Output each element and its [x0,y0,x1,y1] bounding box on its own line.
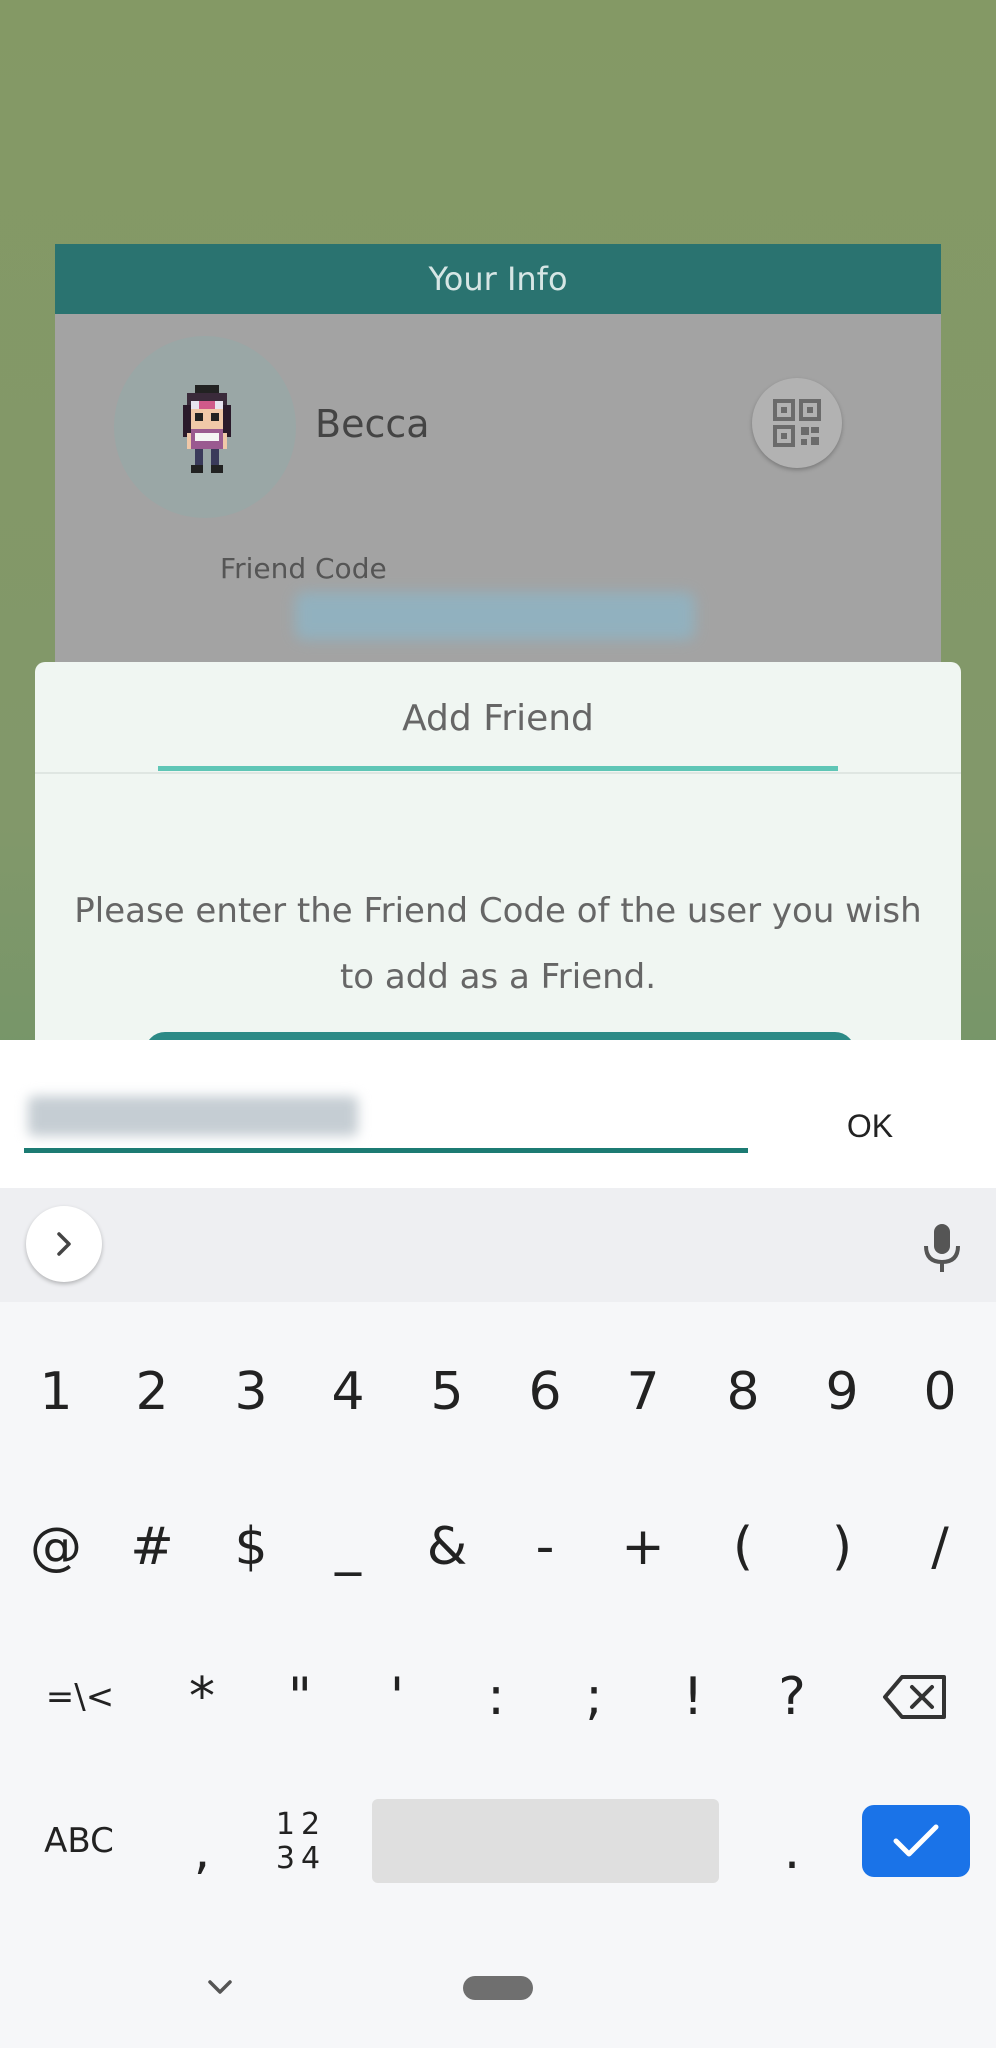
key-slash[interactable]: / [900,1502,980,1592]
dialog-message: Please enter the Friend Code of the user… [74,891,922,997]
friend-code-value-redacted [295,592,695,640]
key-5[interactable]: 5 [407,1352,487,1432]
your-info-header: Your Info [55,244,941,314]
keyboard-toolbar [0,1188,996,1302]
key-semicolon[interactable]: ; [554,1652,634,1742]
key-double-quote[interactable]: " [260,1652,340,1742]
key-6[interactable]: 6 [505,1352,585,1432]
friend-code-label: Friend Code [220,552,387,585]
key-minus[interactable]: - [505,1502,585,1592]
numpad-top-label: 12 [275,1807,327,1842]
abc-key[interactable]: ABC [24,1798,134,1884]
key-1[interactable]: 1 [16,1352,96,1432]
voice-input-button[interactable] [912,1218,972,1278]
dialog-divider [35,772,961,774]
numpad-bottom-label: 34 [275,1841,327,1876]
key-asterisk[interactable]: * [162,1652,242,1742]
input-underline [24,1148,748,1153]
key-comma[interactable]: , [162,1808,242,1894]
backspace-icon [883,1675,946,1719]
title-underline [158,766,838,771]
key-2[interactable]: 2 [112,1352,192,1432]
key-underscore[interactable]: _ [308,1502,388,1592]
key-ampersand[interactable]: & [407,1502,487,1592]
key-period[interactable]: . [752,1808,832,1894]
enter-key[interactable] [862,1805,970,1877]
space-key[interactable] [372,1799,719,1883]
friend-code-input[interactable] [28,1096,358,1136]
dialog-title: Add Friend [402,698,594,739]
key-9[interactable]: 9 [802,1352,882,1432]
key-at[interactable]: @ [16,1502,96,1592]
key-dollar[interactable]: $ [211,1502,291,1592]
chevron-down-icon [208,1980,232,1994]
expand-toolbar-button[interactable] [26,1206,102,1282]
key-colon[interactable]: : [456,1652,536,1742]
key-4[interactable]: 4 [308,1352,388,1432]
hide-keyboard-button[interactable] [200,1972,240,2002]
home-gesture-handle[interactable] [463,1976,533,2000]
profile-name: Becca [315,402,430,446]
key-more-symbols[interactable]: =\< [20,1652,140,1742]
backspace-key[interactable] [870,1652,960,1742]
microphone-icon [924,1224,960,1272]
key-plus[interactable]: + [603,1502,683,1592]
qr-code-button[interactable] [752,378,842,468]
key-close-paren[interactable]: ) [802,1502,882,1592]
checkmark-icon [893,1824,939,1857]
symbol-keyboard: 1 2 3 4 5 6 7 8 9 0 @ # $ _ & - + ( ) / … [0,1302,996,2048]
key-8[interactable]: 8 [703,1352,783,1432]
your-info-card: Your Info Becca Friend Code [55,244,941,674]
trainer-sprite-icon [183,385,231,473]
key-hash[interactable]: # [112,1502,192,1592]
key-exclamation[interactable]: ! [653,1652,733,1742]
numpad-key[interactable]: 12 34 [266,1808,336,1878]
qr-code-icon [773,399,821,447]
chevron-right-icon [57,1232,71,1256]
key-0[interactable]: 0 [900,1352,980,1432]
ok-button[interactable]: OK [820,1096,920,1156]
key-single-quote[interactable]: ' [357,1652,437,1742]
friend-code-input-bar: OK [0,1040,996,1188]
key-open-paren[interactable]: ( [703,1502,783,1592]
key-7[interactable]: 7 [603,1352,683,1432]
avatar [114,336,296,518]
key-question[interactable]: ? [752,1652,832,1742]
key-3[interactable]: 3 [211,1352,291,1432]
add-friend-dialog: Add Friend Please enter the Friend Code … [35,662,961,1042]
